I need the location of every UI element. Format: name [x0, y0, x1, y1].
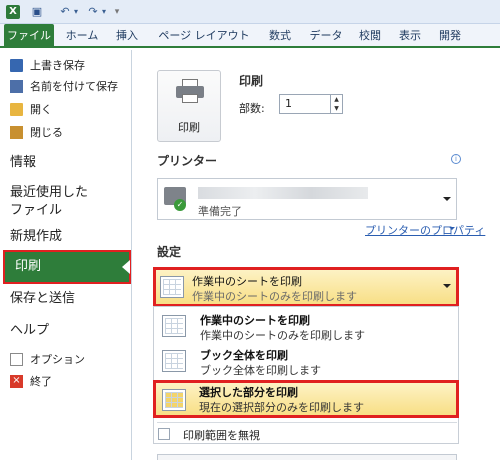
save-icon: [10, 59, 23, 72]
tab-home[interactable]: ホーム: [58, 24, 106, 48]
ignore-print-area-label: 印刷範囲を無視: [183, 429, 260, 442]
tab-file[interactable]: ファイル: [4, 24, 54, 48]
nav-close[interactable]: 閉じる: [10, 123, 128, 143]
print-what-dropdown[interactable]: 作業中のシートを印刷 作業中のシートのみを印刷します: [153, 267, 459, 307]
save-as-icon: [10, 80, 23, 93]
nav-save-as-label: 名前を付けて保存: [30, 80, 118, 93]
printer-section-title: プリンター: [157, 154, 218, 168]
redo-dropdown-icon[interactable]: ▾: [100, 5, 108, 19]
nav-exit[interactable]: × 終了: [10, 372, 128, 392]
nav-recent-line2: ファイル: [10, 203, 63, 218]
printer-dropdown[interactable]: ✓ 準備完了: [157, 178, 457, 220]
next-setting-dropdown[interactable]: [157, 454, 457, 460]
undo-icon[interactable]: ↶: [58, 5, 72, 19]
nav-save-as[interactable]: 名前を付けて保存: [10, 77, 128, 97]
quick-access-toolbar: X ▣ ↶ ▾ ↷ ▾ ▾: [0, 0, 500, 24]
nav-save[interactable]: 上書き保存: [10, 56, 128, 76]
tab-insert[interactable]: 挿入: [108, 24, 146, 48]
options-icon: [10, 353, 23, 366]
divider: [157, 422, 457, 423]
active-sheet-icon: [162, 315, 186, 337]
option-title: ブック全体を印刷: [200, 349, 288, 362]
option-title: 選択した部分を印刷: [199, 386, 298, 399]
nav-recent-line1: 最近使用した: [10, 185, 89, 200]
print-what-selected-title: 作業中のシートを印刷: [192, 275, 302, 288]
printer-name-redacted: [198, 187, 368, 199]
spin-up-icon[interactable]: ▲: [331, 95, 342, 104]
option-desc: 現在の選択部分のみを印刷します: [199, 401, 364, 414]
tab-formulas[interactable]: 数式: [262, 24, 298, 48]
nav-options[interactable]: オプション: [10, 350, 128, 370]
option-selection[interactable]: 選択した部分を印刷 現在の選択部分のみを印刷します: [153, 380, 459, 418]
nav-open[interactable]: 開く: [10, 100, 128, 120]
ignore-print-area-option[interactable]: 印刷範囲を無視: [153, 424, 459, 444]
nav-new[interactable]: 新規作成: [10, 228, 128, 246]
nav-print-label: 印刷: [15, 259, 42, 274]
printer-status: 準備完了: [198, 205, 242, 218]
settings-section-title: 設定: [157, 245, 182, 259]
undo-dropdown-icon[interactable]: ▾: [72, 5, 80, 19]
nav-save-label: 上書き保存: [30, 59, 85, 72]
tab-developer[interactable]: 開発: [432, 24, 468, 48]
copies-input[interactable]: 1: [279, 94, 331, 114]
spin-down-icon[interactable]: ▼: [331, 104, 342, 113]
option-active-sheet[interactable]: 作業中のシートを印刷 作業中のシートのみを印刷します: [154, 310, 458, 344]
backstage-nav: 上書き保存 名前を付けて保存 開く 閉じる 情報 最近使用した ファイル 新規作…: [0, 50, 132, 460]
active-sheet-icon: [160, 276, 184, 298]
chevron-down-icon: [443, 197, 451, 201]
copies-stepper[interactable]: ▲ ▼: [331, 94, 343, 114]
print-button-label: 印刷: [178, 121, 200, 134]
option-title: 作業中のシートを印刷: [200, 314, 310, 327]
nav-close-label: 閉じる: [30, 126, 63, 139]
redo-icon[interactable]: ↷: [86, 5, 100, 19]
exit-icon: ×: [10, 375, 23, 388]
info-icon[interactable]: i: [451, 154, 461, 164]
close-folder-icon: [10, 126, 23, 139]
chevron-down-icon: [443, 284, 451, 288]
printer-icon: [176, 79, 204, 103]
tab-review[interactable]: 校閲: [352, 24, 388, 48]
nav-print[interactable]: 印刷: [3, 250, 131, 284]
ready-check-icon: ✓: [174, 199, 186, 211]
print-section-title: 印刷: [239, 74, 264, 88]
tab-view[interactable]: 表示: [392, 24, 428, 48]
ribbon-tabs: ファイル ホーム 挿入 ページ レイアウト 数式 データ 校閲 表示 開発: [0, 24, 500, 48]
open-folder-icon: [10, 103, 23, 116]
excel-icon[interactable]: X: [6, 5, 20, 19]
printer-properties-link[interactable]: プリンターのプロパティ: [365, 222, 485, 238]
workbook-icon: [162, 350, 186, 372]
print-panel: 印刷 印刷 部数: 1 ▲ ▼ プリンター i ✓ 準備完了 プリンターのプロパ…: [133, 50, 500, 460]
option-desc: ブック全体を印刷します: [200, 364, 321, 377]
selected-arrow-icon: [122, 260, 130, 274]
nav-info[interactable]: 情報: [10, 154, 128, 172]
properties-dropdown-icon: [449, 227, 455, 230]
option-desc: 作業中のシートのみを印刷します: [200, 329, 365, 342]
copies-label: 部数:: [239, 102, 265, 115]
print-what-selected-desc: 作業中のシートのみを印刷します: [192, 290, 357, 303]
nav-save-send[interactable]: 保存と送信: [10, 290, 128, 308]
print-button[interactable]: 印刷: [157, 70, 221, 142]
nav-open-label: 開く: [30, 103, 52, 116]
nav-help[interactable]: ヘルプ: [10, 322, 128, 340]
nav-exit-label: 終了: [30, 375, 52, 388]
option-entire-workbook[interactable]: ブック全体を印刷 ブック全体を印刷します: [154, 345, 458, 379]
floppy-disk-icon[interactable]: ▣: [30, 5, 44, 19]
nav-options-label: オプション: [30, 353, 85, 366]
customize-qat-icon[interactable]: ▾: [112, 5, 122, 19]
selection-icon: [162, 389, 186, 411]
nav-recent[interactable]: 最近使用した ファイル: [10, 184, 128, 220]
tab-data[interactable]: データ: [304, 24, 348, 48]
tab-page-layout[interactable]: ページ レイアウト: [150, 24, 258, 48]
ignore-print-area-checkbox[interactable]: [158, 428, 170, 440]
